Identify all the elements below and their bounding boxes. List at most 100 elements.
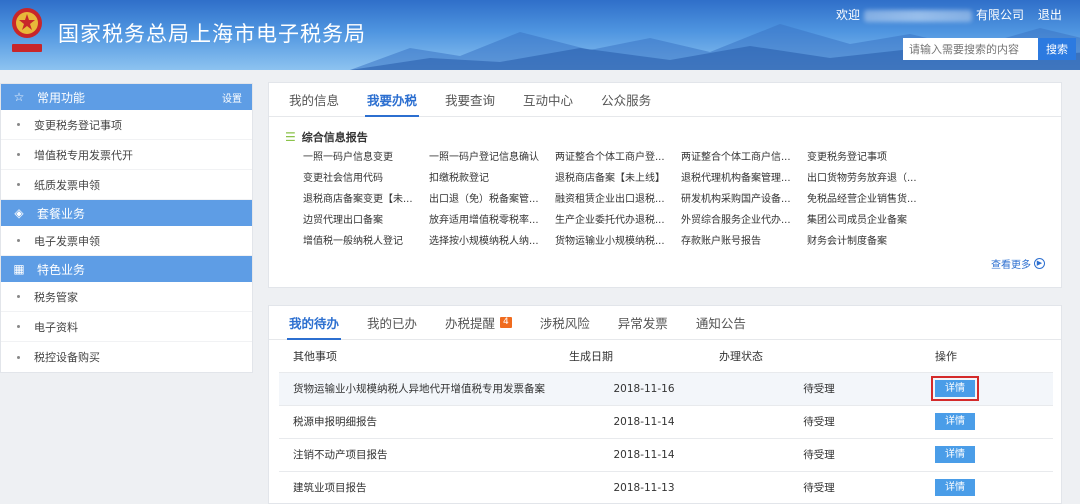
grid-icon: ▦ (13, 262, 25, 276)
sidebar-group-header-common[interactable]: ☆ 常用功能 设置 (1, 84, 252, 110)
service-link[interactable]: 放弃适用增值税零税率... (429, 213, 549, 228)
settings-link[interactable]: 设置 (222, 90, 242, 105)
sidebar-item-label: 纸质发票申领 (34, 178, 100, 192)
view-more-label: 查看更多 (991, 260, 1031, 271)
bullet-icon (17, 153, 20, 156)
sidebar-item[interactable]: 变更税务登记事项 (1, 110, 252, 140)
section-title: ☰ 综合信息报告 (285, 129, 368, 145)
todo-item: 货物运输业小规模纳税人异地代开增值税专用发票备案 (279, 371, 569, 405)
service-link[interactable]: 选择按小规模纳税人纳... (429, 234, 549, 249)
sidebar-item[interactable]: 税务管家 (1, 282, 252, 312)
bullet-icon (17, 355, 20, 359)
tab-tax-handling[interactable]: 我要办税 (365, 83, 420, 117)
reminder-count-badge: 4 (500, 317, 512, 328)
todo-status: 待受理 (719, 437, 919, 471)
bullet-icon (17, 239, 20, 242)
service-link[interactable]: 融资租赁企业出口退税... (555, 192, 675, 207)
sidebar-group-title: 常用功能 (37, 90, 86, 105)
sidebar-group-header-special[interactable]: ▦ 特色业务 (1, 256, 252, 282)
sidebar-item[interactable]: 电子资料 (1, 312, 252, 342)
sidebar-item[interactable]: 增值税专用发票代开 (1, 140, 252, 170)
view-more-link[interactable]: 查看更多 ▶ (991, 256, 1045, 271)
sidebar-item-label: 税务管家 (34, 290, 78, 304)
todo-action-cell: 详情 (919, 371, 1053, 405)
detail-button[interactable]: 详情 (935, 380, 975, 397)
service-link[interactable]: 退税代理机构备案管理... (681, 171, 801, 186)
arrow-right-circle-icon: ▶ (1034, 258, 1045, 269)
tab-my-info[interactable]: 我的信息 (289, 83, 339, 116)
site-title: 国家税务总局上海市电子税务局 (58, 22, 366, 46)
todo-status: 待受理 (719, 470, 919, 504)
sidebar-item[interactable]: 电子发票申领 (1, 226, 252, 256)
tab-abnormal-invoice[interactable]: 异常发票 (618, 306, 668, 339)
table-header-row: 其他事项 生成日期 办理状态 操作 (279, 340, 1053, 372)
service-link[interactable]: 货物运输业小规模纳税... (555, 234, 675, 249)
service-link[interactable]: 生产企业委托代办退税... (555, 213, 675, 228)
service-link[interactable]: 退税商店备案变更【未... (303, 192, 423, 207)
welcome-text: 欢迎 (836, 8, 861, 22)
tab-label: 办税提醒 (445, 316, 496, 331)
tab-public-service[interactable]: 公众服务 (601, 83, 651, 116)
tax-bureau-emblem-icon (12, 8, 42, 52)
service-link[interactable]: 免税品经营企业销售货... (807, 192, 927, 207)
tab-interaction[interactable]: 互动中心 (523, 83, 573, 116)
logout-link[interactable]: 退出 (1038, 8, 1062, 22)
todo-table: 其他事项 生成日期 办理状态 操作 货物运输业小规模纳税人异地代开增值税专用发票… (279, 340, 1053, 504)
sidebar-group-header-package[interactable]: ◈ 套餐业务 (1, 200, 252, 226)
service-link[interactable]: 两证整合个体工商户信... (681, 150, 801, 165)
todo-action-cell: 详情 (919, 437, 1053, 471)
sidebar-item-label: 电子发票申领 (34, 234, 100, 248)
service-link[interactable]: 财务会计制度备案 (807, 234, 927, 249)
service-link[interactable]: 外贸综合服务企业代办... (681, 213, 801, 228)
detail-button[interactable]: 详情 (935, 479, 975, 497)
sidebar-item[interactable]: 税控设备购买 (1, 342, 252, 372)
search-input[interactable] (903, 38, 1038, 60)
service-link[interactable]: 研发机构采购国产设备... (681, 192, 801, 207)
service-link[interactable]: 一照一码户登记信息确认 (429, 150, 549, 165)
bullet-icon (17, 295, 20, 298)
todo-item: 建筑业项目报告 (279, 470, 569, 504)
tab-query[interactable]: 我要查询 (445, 83, 495, 116)
bullet-icon (17, 183, 20, 186)
todo-panel: 我的待办 我的已办 办税提醒 4 涉税风险 异常发票 通知公告 其他事项 生成日期… (268, 305, 1062, 504)
service-link[interactable]: 存款账户账号报告 (681, 234, 801, 249)
todo-tabs: 我的待办 我的已办 办税提醒 4 涉税风险 异常发票 通知公告 (269, 306, 1061, 340)
layers-icon: ◈ (14, 206, 24, 220)
sidebar-group-title: 套餐业务 (37, 206, 86, 221)
todo-action-cell: 详情 (919, 470, 1053, 504)
service-link[interactable]: 扣缴税款登记 (429, 171, 549, 186)
sidebar-item[interactable]: 纸质发票申领 (1, 170, 252, 200)
detail-button[interactable]: 详情 (935, 413, 975, 430)
todo-date: 2018-11-16 (569, 371, 719, 405)
tab-my-todo[interactable]: 我的待办 (286, 306, 342, 340)
tab-notices[interactable]: 通知公告 (696, 306, 746, 339)
todo-date: 2018-11-14 (569, 437, 719, 471)
user-area: 欢迎 有限公司 退出 (836, 6, 1062, 23)
column-header: 生成日期 (569, 349, 613, 363)
service-link[interactable]: 增值税一般纳税人登记 (303, 234, 423, 249)
service-links: 一照一码户信息变更 一照一码户登记信息确认 两证整合个体工商户登... 两证整合… (303, 150, 933, 249)
service-link[interactable]: 集团公司成员企业备案 (807, 213, 927, 228)
search-button[interactable]: 搜索 (1038, 38, 1076, 60)
service-link[interactable]: 变更社会信用代码 (303, 171, 423, 186)
sidebar-item-label: 电子资料 (34, 320, 78, 334)
service-link[interactable]: 退税商店备案【未上线】 (555, 171, 675, 186)
service-link[interactable]: 一照一码户信息变更 (303, 150, 423, 165)
service-link[interactable]: 出口货物劳务放弃退（... (807, 171, 927, 186)
service-link[interactable]: 两证整合个体工商户登... (555, 150, 675, 165)
todo-action-cell: 详情 (919, 404, 1053, 438)
tab-tax-risk[interactable]: 涉税风险 (540, 306, 590, 339)
service-link[interactable]: 出口退（免）税备案管... (429, 192, 549, 207)
column-header: 操作 (935, 349, 957, 363)
company-suffix: 有限公司 (976, 8, 1025, 22)
todo-date: 2018-11-13 (569, 470, 719, 504)
service-link[interactable]: 边贸代理出口备案 (303, 213, 423, 228)
service-link[interactable]: 变更税务登记事项 (807, 150, 927, 165)
bullet-icon (17, 325, 20, 328)
tab-my-done[interactable]: 我的已办 (367, 306, 417, 339)
tab-tax-reminder[interactable]: 办税提醒 4 (445, 306, 512, 339)
masked-company-name (864, 9, 973, 22)
detail-button[interactable]: 详情 (935, 446, 975, 463)
sidebar: ☆ 常用功能 设置 变更税务登记事项 增值税专用发票代开 纸质发票申领 ◈ 套餐… (0, 83, 253, 373)
column-header: 办理状态 (719, 349, 763, 363)
